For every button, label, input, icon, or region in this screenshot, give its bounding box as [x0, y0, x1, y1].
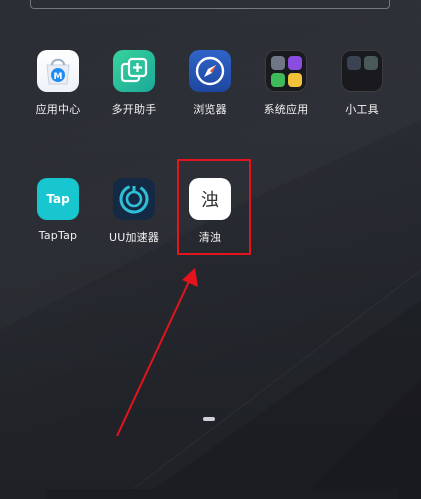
search-bar[interactable]	[30, 0, 390, 9]
app-label: 浏览器	[193, 103, 227, 116]
app-label: 系统应用	[263, 103, 309, 116]
app-label: 应用中心	[35, 103, 81, 116]
taptap-icon: Tap	[37, 178, 79, 220]
multi-open-icon	[113, 50, 155, 92]
tool-mini-icon	[347, 56, 361, 70]
app-label: 小工具	[345, 103, 379, 116]
app-label: TapTap	[38, 229, 78, 242]
system-apps-folder[interactable]: 系统应用	[249, 50, 323, 117]
folder-icon	[265, 50, 307, 92]
app-label: 清浊	[198, 231, 222, 244]
multi-open-helper[interactable]: 多开助手	[97, 50, 171, 117]
app-label: 多开助手	[111, 103, 157, 116]
taptap-app[interactable]: Tap TapTap	[21, 178, 95, 242]
uu-accelerator-icon	[113, 178, 155, 220]
app-store-badge: M	[54, 72, 63, 82]
tool-mini-icon	[364, 56, 378, 70]
app-label: UU加速器	[108, 231, 160, 244]
compass-icon	[189, 50, 231, 92]
browser[interactable]: 浏览器	[173, 50, 247, 117]
qingzhuo-icon: 浊	[189, 178, 231, 220]
folder-icon	[341, 50, 383, 92]
files-mini-icon	[288, 73, 302, 87]
download-mini-icon	[271, 73, 285, 87]
app-store-icon: M	[37, 50, 79, 92]
page-indicator[interactable]	[203, 417, 215, 421]
uu-accelerator-app[interactable]: UU加速器	[97, 178, 171, 245]
app-center[interactable]: M 应用中心	[21, 50, 95, 117]
theme-mini-icon	[288, 56, 302, 70]
dock	[46, 489, 397, 499]
settings-mini-icon	[271, 56, 285, 70]
qingzhuo-app[interactable]: 浊 清浊	[173, 178, 247, 245]
tools-folder[interactable]: 小工具	[325, 50, 399, 117]
